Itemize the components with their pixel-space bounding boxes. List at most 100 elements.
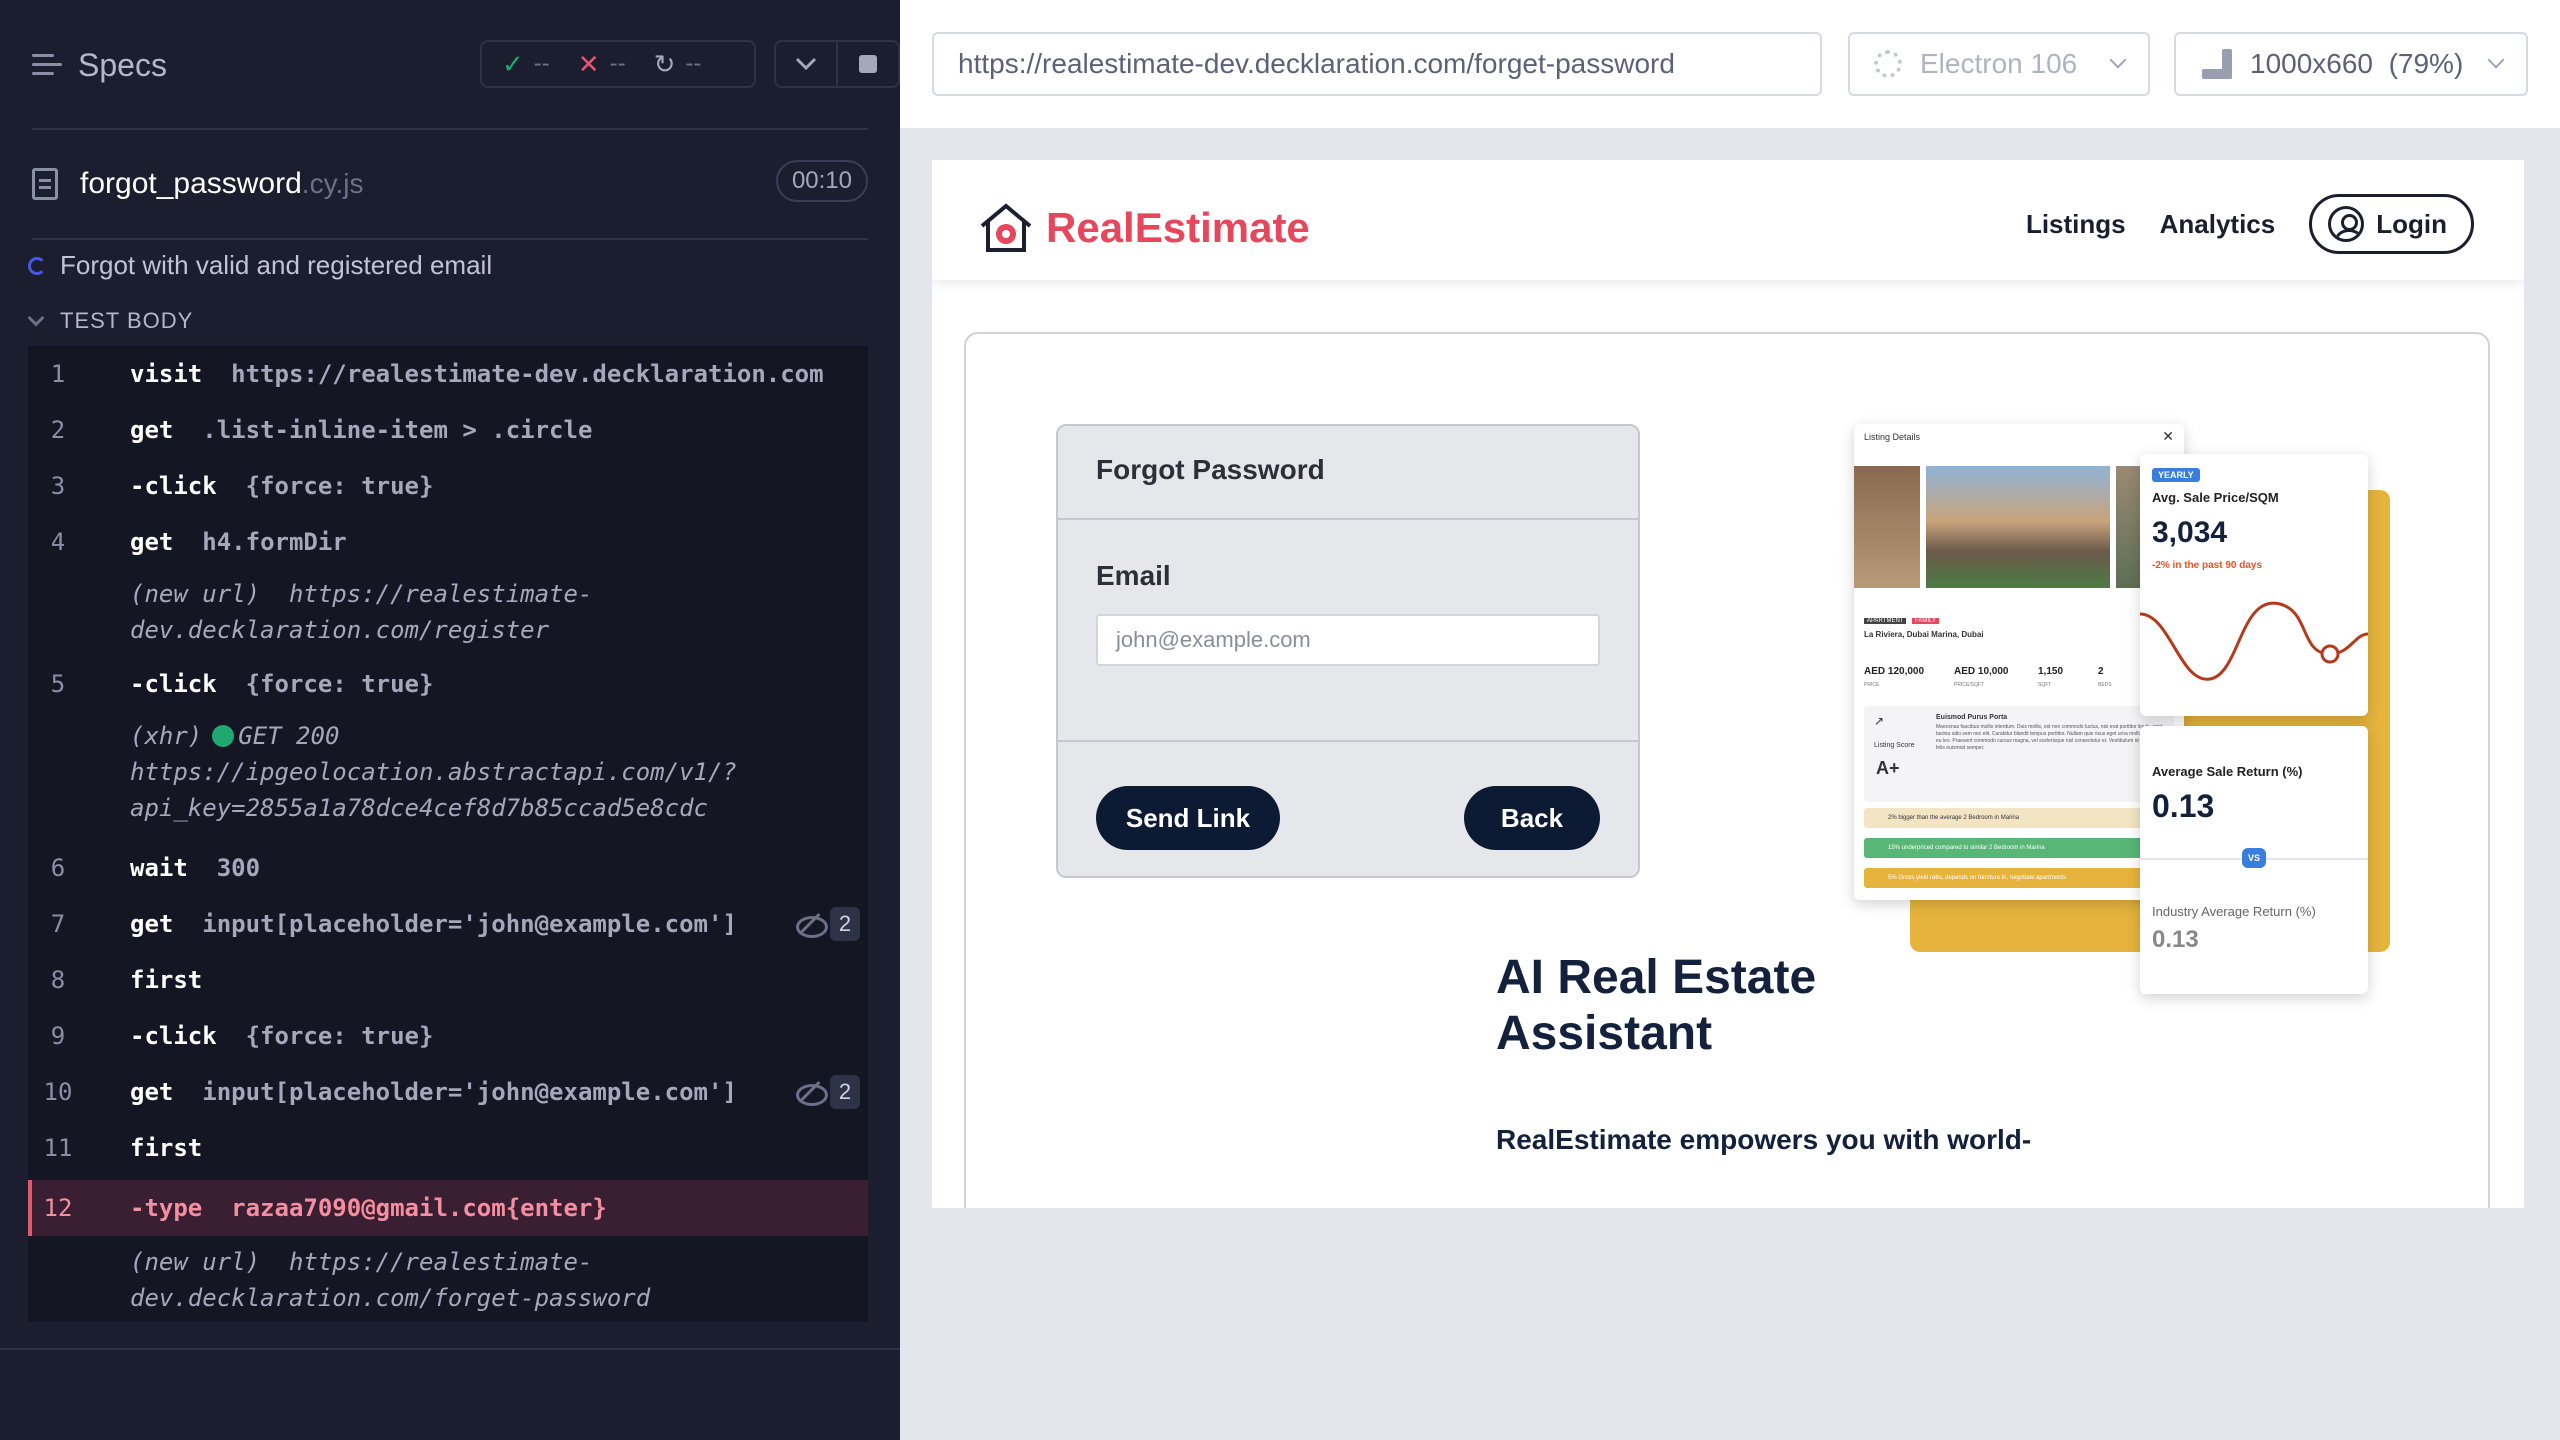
insight-band: 15% underpriced compared to similar 2 Be… — [1864, 838, 2174, 858]
command-number: 7 — [50, 910, 66, 938]
user-icon — [2328, 206, 2365, 242]
sqft-label: SQFT — [2038, 682, 2052, 688]
command-name: -type razaa7090@gmail.com{enter} — [130, 1194, 607, 1222]
specs-list-icon[interactable] — [32, 52, 62, 78]
aut-url-bar[interactable]: https://realestimate-dev.decklaration.co… — [932, 32, 1822, 96]
listing-score-box: ↗ Listing Score A+ Euismod Purus Porta M… — [1864, 706, 2174, 802]
command-message: razaa7090@gmail.com{enter} — [231, 1194, 607, 1222]
viewport-zoom: (79%) — [2388, 48, 2464, 79]
command-log: 1 visit https://realestimate-dev.decklar… — [28, 346, 868, 1322]
logo-text: RealEstimate — [1046, 204, 1310, 251]
test-body-label: TEST BODY — [60, 308, 194, 333]
back-button[interactable]: Back — [1464, 786, 1600, 850]
command-number: 8 — [50, 966, 66, 994]
command-row[interactable]: 3 -click {force: true} — [28, 458, 868, 514]
command-row[interactable]: 6 wait 300 — [28, 840, 868, 896]
stop-button[interactable] — [838, 42, 898, 86]
avg-return-value: 0.13 — [2152, 788, 2215, 824]
insight-band: 2% bigger than the average 2 Bedroom in … — [1864, 808, 2174, 828]
running-spinner-icon — [28, 256, 46, 275]
app-under-test: https://realestimate-dev.decklaration.co… — [900, 0, 2560, 1440]
specs-title[interactable]: Specs — [78, 47, 167, 84]
eye-off-icon — [794, 1081, 828, 1106]
test-title-row[interactable]: Forgot with valid and registered email — [28, 250, 492, 281]
nav-links: Listings Analytics Login — [2026, 194, 2474, 254]
house-logo-icon — [980, 203, 1032, 252]
nav-listings[interactable]: Listings — [2026, 209, 2126, 240]
email-field[interactable]: john@example.com — [1096, 614, 1600, 666]
close-icon: ✕ — [2162, 428, 2174, 444]
run-controls — [774, 40, 900, 88]
score-text: Maecenas faucibus mollis interdum. Duis … — [1936, 724, 2166, 751]
spec-file-row[interactable]: forgot_password .cy.js 00:10 — [32, 160, 868, 208]
browser-selector[interactable]: Electron 106 — [1848, 32, 2150, 96]
command-row[interactable]: 7 get input[placeholder='john@example.co… — [28, 896, 868, 952]
command-number: 12 — [43, 1194, 73, 1222]
command-name: wait 300 — [130, 854, 261, 882]
listing-location: La Riviera, Dubai Marina, Dubai — [1864, 630, 1984, 639]
command-log-entry[interactable]: (xhr) GET 200 https://ipgeolocation.abstr… — [28, 718, 868, 834]
check-icon: ✓ — [502, 48, 524, 79]
reporter-header: Specs ✓ -- ✕ -- ↻ -- — [32, 40, 900, 90]
avg-price-card: YEARLY Avg. Sale Price/SQM 3,034 -2% in … — [2140, 454, 2368, 716]
send-link-button[interactable]: Send Link — [1096, 786, 1280, 850]
command-number: 1 — [50, 360, 66, 388]
email-label: Email — [1096, 560, 1171, 591]
command-name: -click {force: true} — [130, 1022, 434, 1050]
price-label: PRICE — [1864, 682, 1880, 688]
command-name: first — [130, 1134, 203, 1162]
command-log-entry[interactable]: (new url) https://realestimate- dev.deck… — [28, 1244, 868, 1320]
command-message: {force: true} — [245, 472, 434, 500]
hero-headline: AI Real Estate Assistant — [1496, 951, 1817, 1060]
return-comparison-card: Average Sale Return (%) 0.13 VS Industry… — [2140, 726, 2368, 994]
browser-label: Electron 106 — [1920, 48, 2078, 79]
industry-label: Industry Average Return (%) — [2152, 904, 2316, 919]
dashboard-illustration: Listing Details ✕ APARTMENT FAMILY La Ri… — [1854, 424, 2394, 1004]
command-row[interactable]: 10 get input[placeholder='john@example.c… — [28, 1064, 868, 1120]
collapse-button[interactable] — [776, 42, 838, 86]
sqft-value: 1,150 — [2038, 666, 2064, 677]
command-name: -click {force: true} — [130, 472, 434, 500]
test-body-toggle[interactable]: TEST BODY — [27, 308, 194, 334]
spec-ext: .cy.js — [301, 168, 364, 199]
command-message: {force: true} — [245, 1022, 434, 1050]
command-number: 6 — [50, 854, 66, 882]
command-name: get input[placeholder='john@example.com'… — [130, 910, 737, 938]
listing-details-card: Listing Details ✕ APARTMENT FAMILY La Ri… — [1854, 424, 2184, 900]
command-message: https://realestimate-dev.decklaration.co… — [231, 360, 824, 388]
spec-name: forgot_password — [80, 167, 302, 200]
chevron-down-icon — [795, 57, 817, 71]
command-number: 4 — [50, 528, 66, 556]
spec-duration: 00:10 — [775, 160, 868, 202]
site-logo[interactable]: RealEstimate — [978, 200, 1310, 256]
chevron-down-icon — [27, 309, 45, 327]
command-row[interactable]: 9 -click {force: true} — [28, 1008, 868, 1064]
hidden-elements-badge: 2 — [794, 1075, 860, 1109]
score-value: A+ — [1876, 758, 1900, 778]
trend-icon: ↗ — [1874, 714, 1885, 728]
listing-photo — [1854, 466, 1920, 588]
command-row-active[interactable]: 12 -type razaa7090@gmail.com{enter} — [28, 1180, 868, 1236]
command-row[interactable]: 5 -click {force: true} — [28, 656, 868, 712]
hidden-elements-badge: 2 — [794, 907, 860, 941]
passed-stat: ✓ -- — [502, 48, 550, 79]
pending-icon: ↻ — [653, 48, 676, 79]
test-stats: ✓ -- ✕ -- ↻ -- — [480, 40, 756, 88]
login-button[interactable]: Login — [2309, 194, 2474, 254]
stop-icon — [859, 55, 877, 73]
avg-return-label: Average Sale Return (%) — [2152, 764, 2303, 779]
command-row[interactable]: 1 visit https://realestimate-dev.decklar… — [28, 346, 868, 402]
nav-analytics[interactable]: Analytics — [2160, 209, 2276, 240]
log-text: (xhr) GET 200 https://ipgeolocation.abstr… — [130, 722, 737, 822]
command-number: 9 — [50, 1022, 66, 1050]
command-message: input[placeholder='john@example.com'] — [202, 910, 737, 938]
command-row[interactable]: 4 get h4.formDir — [28, 514, 868, 570]
failed-stat: ✕ -- — [577, 48, 626, 79]
command-row[interactable]: 8 first — [28, 952, 868, 1008]
divider — [0, 1348, 900, 1350]
command-log-entry[interactable]: (new url) https://realestimate- dev.deck… — [28, 576, 868, 652]
command-row[interactable]: 11 first — [28, 1120, 868, 1176]
command-name: first — [130, 966, 203, 994]
viewport-selector[interactable]: 1000x660 (79%) — [2174, 32, 2528, 96]
command-row[interactable]: 2 get .list-inline-item > .circle — [28, 402, 868, 458]
